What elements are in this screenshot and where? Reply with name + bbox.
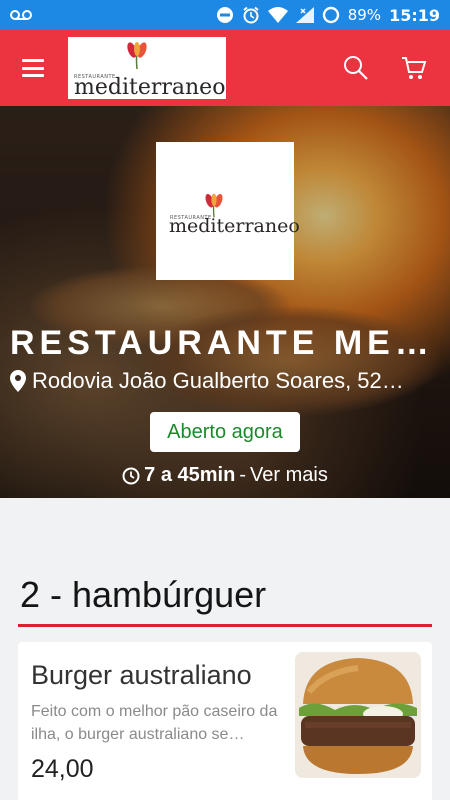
logo-text: mediterraneo bbox=[169, 215, 300, 237]
address-text: Rodovia João Gualberto Soares, 52… bbox=[32, 368, 404, 393]
battery-icon bbox=[322, 6, 339, 24]
cart-icon[interactable] bbox=[400, 54, 428, 82]
location-pin-icon bbox=[10, 370, 26, 392]
status-bar: 89% 15:19 bbox=[0, 0, 450, 30]
voicemail-icon bbox=[10, 10, 32, 20]
clock: 15:19 bbox=[389, 5, 440, 25]
alarm-icon bbox=[243, 6, 259, 24]
clock-icon bbox=[122, 467, 140, 484]
restaurant-address: Rodovia João Gualberto Soares, 52… bbox=[10, 368, 442, 394]
app-header: RESTAURANTE mediterraneo bbox=[0, 30, 450, 106]
cellular-signal-icon bbox=[295, 7, 314, 23]
search-icon[interactable] bbox=[342, 54, 370, 82]
item-description: Feito com o melhor pão caseiro da ilha, … bbox=[31, 703, 278, 743]
restaurant-name: RESTAURANTE MEDITERRANEO bbox=[10, 324, 450, 362]
item-name: Burger australiano bbox=[31, 660, 252, 690]
wifi-icon bbox=[267, 7, 288, 23]
battery-level: 89% bbox=[347, 6, 382, 24]
restaurant-hero: RESTAURANTE mediterraneo RESTAURANTE MED… bbox=[0, 106, 450, 498]
open-status-button[interactable]: Aberto agora bbox=[150, 412, 300, 452]
item-price: 24,00 bbox=[31, 755, 94, 783]
delivery-time: 7 a 45min bbox=[144, 464, 236, 486]
burger-image bbox=[295, 652, 421, 778]
menu-icon[interactable] bbox=[22, 59, 44, 77]
item-photo bbox=[295, 652, 421, 778]
restaurant-logo: RESTAURANTE mediterraneo bbox=[156, 142, 300, 280]
category-title: 2 - hambúrguer bbox=[20, 574, 267, 615]
category-divider bbox=[18, 624, 432, 627]
flower-logo-icon bbox=[127, 42, 147, 70]
header-logo[interactable]: RESTAURANTE mediterraneo bbox=[68, 37, 226, 100]
see-more-link[interactable]: Ver mais bbox=[250, 464, 328, 487]
separator: - bbox=[239, 464, 247, 486]
delivery-info: 7 a 45min - Ver mais bbox=[0, 464, 450, 487]
menu-item-card[interactable]: Burger australiano Feito com o melhor pã… bbox=[18, 642, 432, 800]
do-not-disturb-icon bbox=[216, 7, 233, 23]
logo-text: mediterraneo bbox=[74, 75, 226, 100]
